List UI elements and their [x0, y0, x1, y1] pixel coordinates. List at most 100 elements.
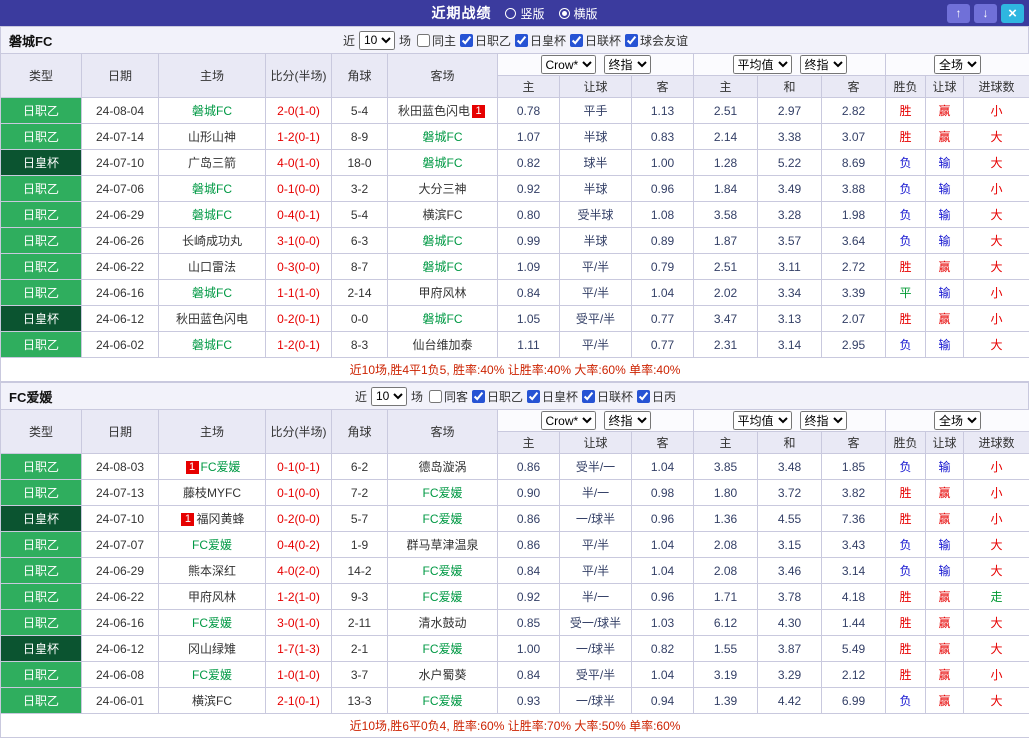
same-venue-checkbox-box[interactable]: [417, 34, 430, 47]
result-handicap: 输: [926, 150, 964, 176]
column-header: 主场: [159, 54, 266, 98]
league-filter-checkbox[interactable]: 日皇杯: [515, 32, 566, 49]
handicap-line: 平/半: [560, 532, 632, 558]
away-team-cell: 磐城FC: [388, 150, 498, 176]
date-cell: 24-06-12: [82, 306, 159, 332]
layout-radio-vertical[interactable]: 竖版: [505, 5, 544, 22]
team-section: 磐城FC近10场同主日职乙日皇杯日联杯球会友谊类型日期主场比分(半场)角球客场C…: [0, 26, 1029, 382]
sub-column-header: 和: [758, 432, 822, 454]
column-header: 日期: [82, 410, 159, 454]
score-cell: 1-1(1-0): [266, 280, 332, 306]
avg-odds-away: 3.39: [822, 280, 886, 306]
avg-odds-away: 7.36: [822, 506, 886, 532]
home-team-cell: FC爱媛: [159, 662, 266, 688]
avg-odds-away: 3.43: [822, 532, 886, 558]
odds-source-select[interactable]: 平均值: [733, 411, 792, 430]
score-cell: 3-1(0-0): [266, 228, 332, 254]
avg-odds-home: 1.36: [694, 506, 758, 532]
same-venue-checkbox[interactable]: 同主: [417, 32, 456, 49]
team-label: FC爱媛: [423, 590, 463, 604]
sub-column-header: 客: [632, 76, 694, 98]
league-filter-checkbox-box[interactable]: [625, 34, 638, 47]
home-team-cell: 甲府风林: [159, 584, 266, 610]
league-filter-checkbox-box[interactable]: [637, 390, 650, 403]
result-handicap: 输: [926, 202, 964, 228]
avg-odds-draw: 3.11: [758, 254, 822, 280]
match-row: 日职乙24-06-29磐城FC0-4(0-1)5-4横滨FC0.80受半球1.0…: [1, 202, 1029, 228]
league-filter-checkbox-box[interactable]: [472, 390, 485, 403]
team-label: FC爱媛: [201, 460, 241, 474]
league-filter-checkbox-label: 日丙: [652, 388, 676, 405]
layout-radio-horizontal[interactable]: 横版: [559, 5, 598, 22]
odds-source-select[interactable]: 全场: [934, 55, 981, 74]
league-filter-checkbox[interactable]: 球会友谊: [625, 32, 688, 49]
close-button[interactable]: ×: [1001, 4, 1024, 23]
away-team-cell: FC爱媛: [388, 584, 498, 610]
result-goals: 小: [964, 98, 1029, 124]
away-team-cell: 磐城FC: [388, 228, 498, 254]
league-filter-checkbox[interactable]: 日皇杯: [527, 388, 578, 405]
odds-source-select[interactable]: 终指: [604, 411, 651, 430]
same-venue-checkbox[interactable]: 同客: [429, 388, 468, 405]
corner-cell: 3-2: [332, 176, 388, 202]
corner-cell: 7-2: [332, 480, 388, 506]
team-label: 长崎成功丸: [182, 234, 242, 248]
score-cell: 0-1(0-1): [266, 454, 332, 480]
odds-source-select[interactable]: Crow*: [541, 55, 596, 74]
result-handicap: 赢: [926, 688, 964, 714]
result-goals: 走: [964, 584, 1029, 610]
scroll-down-button[interactable]: ↓: [974, 4, 997, 23]
handicap-odds-away: 1.04: [632, 532, 694, 558]
odds-source-select[interactable]: 终指: [604, 55, 651, 74]
date-cell: 24-06-26: [82, 228, 159, 254]
league-filter-checkbox-box[interactable]: [527, 390, 540, 403]
league-filter-checkbox-box[interactable]: [515, 34, 528, 47]
match-count-select[interactable]: 10: [371, 387, 407, 406]
odds-source-select[interactable]: 平均值: [733, 55, 792, 74]
odds-source-select[interactable]: 全场: [934, 411, 981, 430]
odds-source-select[interactable]: 终指: [800, 55, 847, 74]
league-filter-checkbox-box[interactable]: [582, 390, 595, 403]
team-label: 冈山绿雉: [188, 642, 236, 656]
league-filter-checkbox[interactable]: 日联杯: [570, 32, 621, 49]
corner-cell: 5-4: [332, 98, 388, 124]
handicap-odds-away: 0.96: [632, 584, 694, 610]
home-team-cell: 山口雷法: [159, 254, 266, 280]
sub-column-header: 让球: [560, 432, 632, 454]
handicap-odds-home: 0.84: [498, 280, 560, 306]
league-filter-checkbox[interactable]: 日联杯: [582, 388, 633, 405]
odds-source-select[interactable]: 终指: [800, 411, 847, 430]
same-venue-checkbox-label: 同主: [432, 32, 456, 49]
league-filter-checkbox[interactable]: 日丙: [637, 388, 676, 405]
handicap-odds-away: 0.83: [632, 124, 694, 150]
avg-odds-draw: 2.97: [758, 98, 822, 124]
league-filter-checkbox-box[interactable]: [460, 34, 473, 47]
avg-odds-home: 2.31: [694, 332, 758, 358]
same-venue-checkbox-box[interactable]: [429, 390, 442, 403]
league-filter-checkbox[interactable]: 日职乙: [472, 388, 523, 405]
odds-group-header: 全场: [886, 54, 1029, 76]
result-goals: 大: [964, 254, 1029, 280]
scroll-up-button[interactable]: ↑: [947, 4, 970, 23]
away-team-cell: 大分三神: [388, 176, 498, 202]
avg-odds-draw: 3.57: [758, 228, 822, 254]
result-wdl: 负: [886, 332, 926, 358]
summary-row: 近10场,胜4平1负5, 胜率:40% 让胜率:40% 大率:60% 单率:40…: [1, 358, 1029, 382]
date-cell: 24-07-10: [82, 506, 159, 532]
result-wdl: 胜: [886, 584, 926, 610]
team-label: FC爱媛: [192, 668, 232, 682]
handicap-odds-away: 0.77: [632, 306, 694, 332]
result-wdl: 负: [886, 688, 926, 714]
result-goals: 大: [964, 124, 1029, 150]
league-cell: 日职乙: [1, 662, 82, 688]
league-filter-checkbox[interactable]: 日职乙: [460, 32, 511, 49]
league-filter-checkbox-box[interactable]: [570, 34, 583, 47]
match-count-select[interactable]: 10: [359, 31, 395, 50]
league-cell: 日职乙: [1, 688, 82, 714]
date-cell: 24-06-01: [82, 688, 159, 714]
result-wdl: 负: [886, 558, 926, 584]
odds-source-select[interactable]: Crow*: [541, 411, 596, 430]
result-goals: 大: [964, 610, 1029, 636]
home-team-cell: 1福冈黄蜂: [159, 506, 266, 532]
home-team-cell: FC爱媛: [159, 610, 266, 636]
